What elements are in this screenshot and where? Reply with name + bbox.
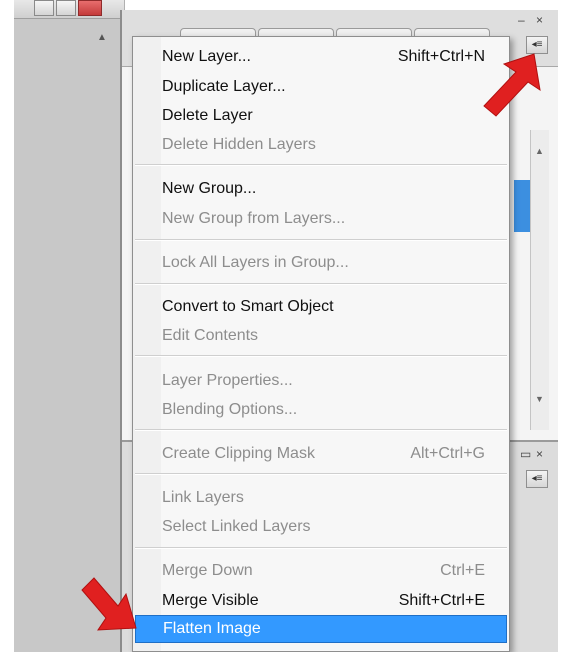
- menu-item-label: Link Layers: [162, 489, 244, 506]
- menu-item-new-group-from-layers[interactable]: New Group from Layers...: [135, 205, 507, 233]
- menu-separator: [135, 355, 507, 357]
- panel-collapse-icon[interactable]: ▭: [520, 448, 531, 460]
- menu-item-blending-options[interactable]: Blending Options...: [135, 396, 507, 424]
- menu-item-label: Merge Visible: [162, 592, 259, 609]
- menu-item-delete-hidden-layers[interactable]: Delete Hidden Layers: [135, 131, 507, 159]
- menu-item-layer-properties[interactable]: Layer Properties...: [135, 367, 507, 395]
- menu-item-shortcut: Shift+Ctrl+E: [398, 592, 485, 609]
- menu-separator: [135, 164, 507, 166]
- menu-item-flatten-image[interactable]: Flatten Image: [135, 615, 507, 643]
- menu-item-select-linked-layers[interactable]: Select Linked Layers: [135, 513, 507, 541]
- layers-scrollbar[interactable]: [530, 130, 549, 430]
- menu-item-shortcut: Ctrl+E: [440, 562, 485, 579]
- annotation-arrow-icon: [81, 577, 137, 631]
- close-icon[interactable]: ×: [536, 448, 543, 460]
- menu-item-delete-layer[interactable]: Delete Layer: [135, 102, 507, 130]
- menu-item-label: Delete Layer: [162, 107, 253, 124]
- maximize-button[interactable]: [56, 0, 76, 16]
- menu-item-label: Merge Down: [162, 562, 253, 579]
- menu-item-label: Delete Hidden Layers: [162, 136, 316, 153]
- menu-item-new-layer[interactable]: New Layer... Shift+Ctrl+N: [135, 43, 507, 71]
- menu-item-label: New Group...: [162, 180, 257, 197]
- menu-item-merge-visible[interactable]: Merge Visible Shift+Ctrl+E: [135, 587, 507, 615]
- scroll-up-icon[interactable]: ▲: [535, 146, 544, 156]
- menu-item-shortcut: Shift+Ctrl+N: [397, 48, 485, 65]
- menu-item-merge-down[interactable]: Merge Down Ctrl+E: [135, 557, 507, 585]
- document-title-bar: [14, 0, 124, 19]
- scroll-down-icon[interactable]: ▼: [535, 394, 544, 404]
- menu-item-edit-contents[interactable]: Edit Contents: [135, 322, 507, 350]
- menu-item-new-group[interactable]: New Group...: [135, 175, 507, 203]
- scroll-up-icon[interactable]: ▲: [97, 32, 107, 43]
- close-icon[interactable]: ×: [536, 14, 543, 26]
- minimize-icon[interactable]: –: [518, 14, 525, 26]
- selected-layer-highlight: [514, 180, 530, 232]
- menu-separator: [135, 239, 507, 241]
- document-workspace: [14, 0, 125, 652]
- menu-item-label: Blending Options...: [162, 401, 298, 418]
- menu-item-create-clipping-mask[interactable]: Create Clipping Mask Alt+Ctrl+G: [135, 440, 507, 468]
- menu-item-lock-all-layers[interactable]: Lock All Layers in Group...: [135, 249, 507, 277]
- menu-item-label: Convert to Smart Object: [162, 298, 334, 315]
- annotation-arrow-icon: [483, 53, 541, 117]
- menu-separator: [135, 473, 507, 475]
- menu-item-label: Lock All Layers in Group...: [162, 254, 349, 271]
- menu-item-label: Create Clipping Mask: [162, 445, 315, 462]
- menu-item-label: Layer Properties...: [162, 372, 293, 389]
- menu-item-label: Flatten Image: [163, 620, 261, 637]
- menu-item-duplicate-layer[interactable]: Duplicate Layer...: [135, 73, 507, 101]
- restore-button[interactable]: [34, 0, 54, 16]
- flyout-menu-icon[interactable]: ◂≡: [526, 470, 548, 488]
- menu-item-label: Duplicate Layer...: [162, 78, 286, 95]
- menu-item-shortcut: Alt+Ctrl+G: [410, 445, 485, 462]
- menu-item-label: Select Linked Layers: [162, 518, 311, 535]
- menu-item-label: Edit Contents: [162, 327, 259, 344]
- menu-item-link-layers[interactable]: Link Layers: [135, 484, 507, 512]
- menu-item-convert-to-smart-object[interactable]: Convert to Smart Object: [135, 293, 507, 321]
- menu-separator: [135, 547, 507, 549]
- close-button[interactable]: [78, 0, 102, 16]
- layers-context-menu: New Layer... Shift+Ctrl+N Duplicate Laye…: [132, 36, 510, 652]
- menu-item-label: New Layer...: [162, 48, 251, 65]
- menu-item-label: New Group from Layers...: [162, 210, 346, 227]
- menu-separator: [135, 283, 507, 285]
- menu-separator: [135, 429, 507, 431]
- screenshot-stage: ▲ – × ◂≡ ▲ ▼ ▭ × ◂≡ New Layer... Shift+C…: [0, 0, 572, 652]
